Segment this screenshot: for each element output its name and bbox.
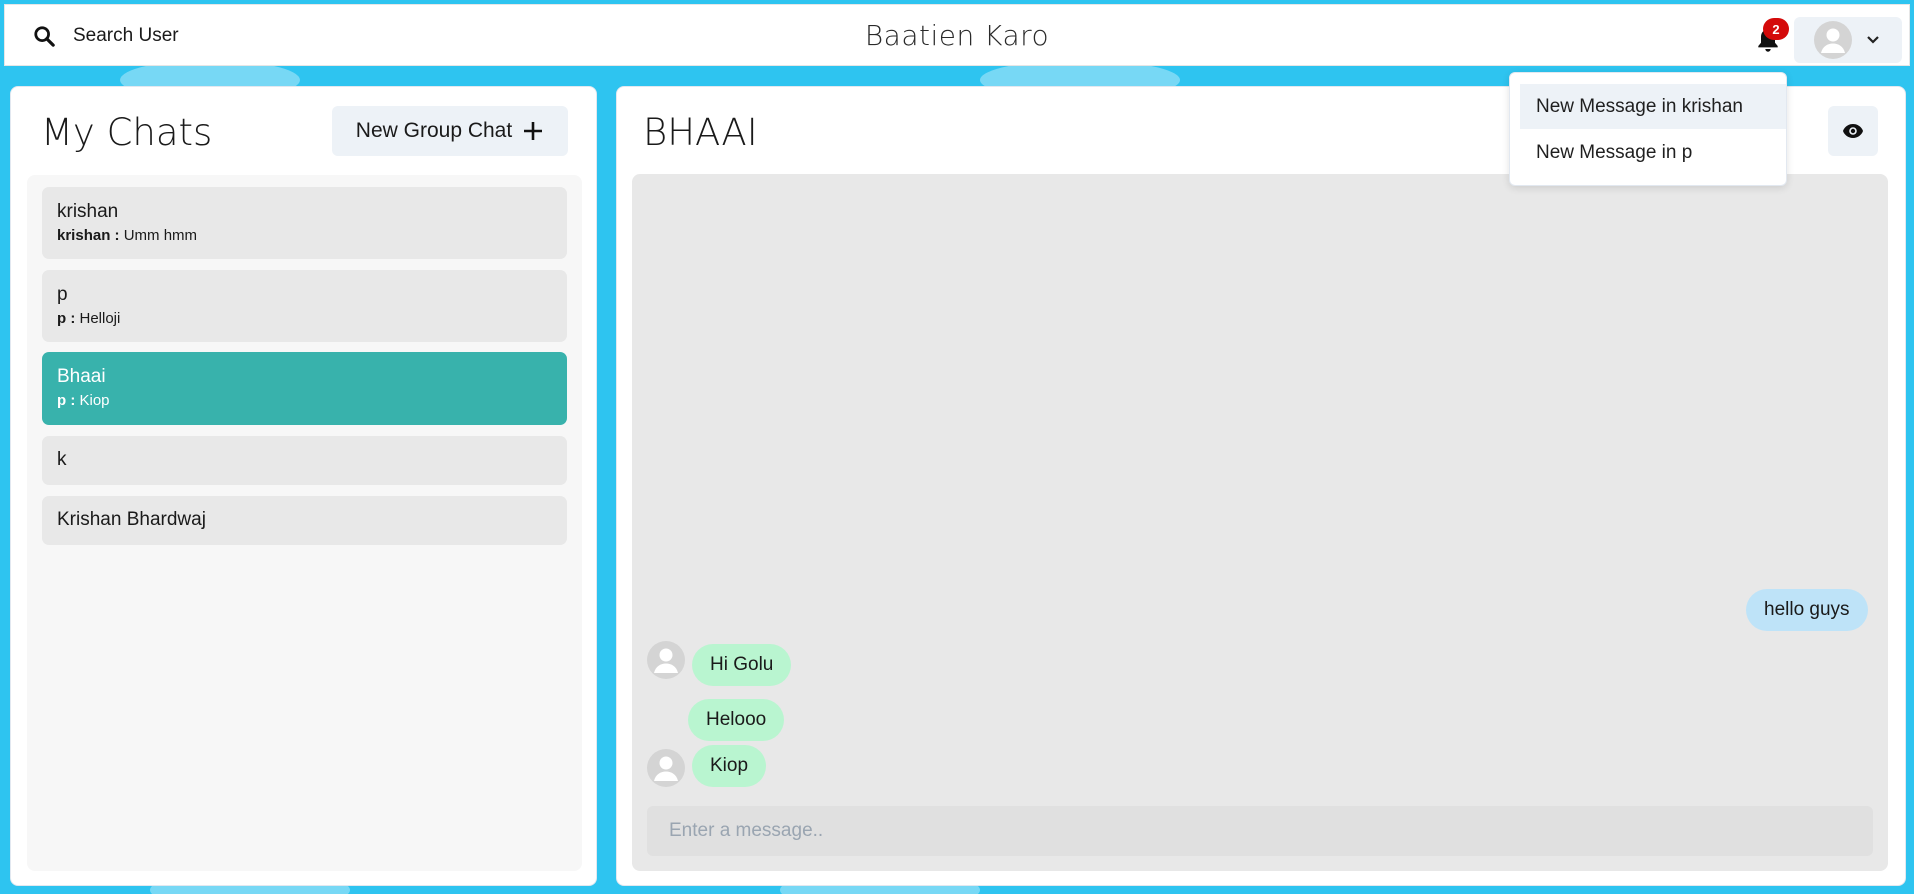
message-bubble-received: Hi Golu <box>692 644 792 686</box>
chat-list-item[interactable]: k <box>42 436 567 485</box>
chat-name: Krishan Bhardwaj <box>57 509 206 530</box>
plus-icon <box>524 122 543 140</box>
eye-icon <box>1843 124 1863 138</box>
chat-latest-message: krishan : Umm hmm <box>57 227 567 244</box>
chat-latest-sender: p : <box>57 310 76 327</box>
chat-latest-sender: p : <box>57 392 76 409</box>
my-chats-panel: My Chats New Group Chat krishan krishan … <box>10 86 597 886</box>
user-icon <box>654 756 678 781</box>
search-icon <box>34 26 55 47</box>
profile-menu-button[interactable] <box>1794 17 1902 63</box>
messages-area: hello guys Hi Golu Helooo Kiop <box>632 174 1888 871</box>
message-input[interactable] <box>647 806 1873 856</box>
notification-item[interactable]: New Message in p <box>1510 130 1786 175</box>
chat-list: krishan krishan : Umm hmm p p : Helloji … <box>27 175 582 871</box>
sender-avatar <box>647 641 685 679</box>
my-chats-title: My Chats <box>41 111 213 154</box>
chat-latest-message: p : Helloji <box>57 310 567 327</box>
chat-name: p <box>57 284 68 305</box>
chat-latest-text: Helloji <box>79 310 121 327</box>
view-profile-button[interactable] <box>1828 106 1878 156</box>
chat-list-item[interactable]: p p : Helloji <box>42 270 567 342</box>
chat-latest-message: p : Kiop <box>57 392 567 409</box>
user-icon <box>654 648 678 673</box>
message-bubble-sent: hello guys <box>1746 589 1868 631</box>
sender-avatar <box>647 749 685 787</box>
message-bubble-received: Kiop <box>692 745 767 787</box>
chat-title: BHAAI <box>643 111 758 154</box>
search-user-label: Search User <box>73 25 179 46</box>
chat-latest-text: Kiop <box>79 392 110 409</box>
chat-name: k <box>57 449 67 470</box>
chat-list-item[interactable]: Krishan Bhardwaj <box>42 496 567 545</box>
top-bar: Search User Baatien Karo 2 <box>4 4 1910 66</box>
notification-badge: 2 <box>1763 18 1789 40</box>
new-group-chat-button[interactable]: New Group Chat <box>332 106 568 156</box>
notification-item[interactable]: New Message in krishan <box>1520 84 1786 129</box>
chat-list-item[interactable]: krishan krishan : Umm hmm <box>42 187 567 259</box>
avatar <box>1814 21 1852 59</box>
message-bubble-received: Helooo <box>688 699 785 741</box>
chat-latest-sender: krishan : <box>57 227 120 244</box>
chevron-down-icon <box>1867 36 1879 44</box>
new-group-chat-label: New Group Chat <box>355 119 513 142</box>
chat-latest-text: Umm hmm <box>123 227 198 244</box>
chat-list-item-selected[interactable]: Bhaai p : Kiop <box>42 352 567 425</box>
chat-name: krishan <box>57 201 119 222</box>
search-user-button[interactable]: Search User <box>33 17 179 55</box>
chat-name: Bhaai <box>57 366 106 387</box>
user-icon <box>1821 28 1845 53</box>
chat-panel: BHAAI hello guys Hi Golu Helooo Kiop <box>616 86 1906 886</box>
app-title: Baatien Karo <box>864 19 1050 52</box>
notification-menu: New Message in krishan New Message in p <box>1509 72 1787 186</box>
